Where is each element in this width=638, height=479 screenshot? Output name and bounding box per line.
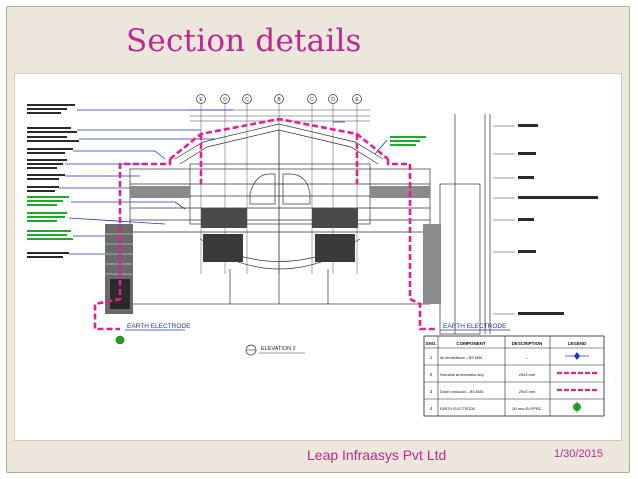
- legend-row4-description: 50 mm ELPPRC: [512, 406, 541, 411]
- grid-label-6: D: [331, 97, 335, 103]
- grid-label-5: C: [310, 97, 314, 103]
- grid-label-2: D: [223, 97, 227, 103]
- elevation-label: ELEVATION 2: [261, 346, 296, 352]
- legend-row2-component: Horizontal air termination strip: [440, 373, 484, 377]
- level-markers: [493, 124, 598, 315]
- grid-label-3: C: [245, 97, 249, 103]
- legend-row4-component: EARTH ELECTRODE: [440, 407, 476, 411]
- right-annotation: [390, 136, 426, 146]
- earth-electrode-label-right: EARTH ELECTRODE: [443, 323, 507, 330]
- earth-electrode-label-left: EARTH ELECTRODE: [127, 323, 191, 330]
- legend-header-description: DESCRIPTION: [512, 341, 543, 346]
- legend-row3-description: 25x3 mm: [519, 389, 536, 394]
- slide: Section details E D C B C D E EARTH ELEC…: [0, 0, 638, 479]
- legend-header-sno: SNO.: [425, 341, 436, 346]
- footer-date: 1/30/2015: [554, 448, 603, 460]
- section-drawing-svg: E D C B C D E EARTH ELECTRODE EARTH ELEC…: [27, 94, 605, 417]
- shaded-regions: [105, 186, 441, 314]
- elevation-tag: ELEVATION 2: [245, 344, 305, 356]
- grid-markers: E D C B C D E: [196, 94, 362, 104]
- legend-header-component: COMPONENT: [456, 341, 486, 346]
- footer-company: Leap Infraasys Pvt Ltd: [307, 447, 447, 463]
- legend-table: SNO. COMPONENT DESCRIPTION LEGEND 1 Air …: [423, 335, 605, 417]
- legend-row3-component: Down conductor – BS 6651: [440, 390, 484, 394]
- legend-row2-description: 25x3 mm: [519, 372, 536, 377]
- slide-title: Section details: [126, 23, 362, 59]
- left-annotations-green: [27, 196, 73, 240]
- legend-row1-component: Air terminations – BS 6651: [440, 356, 483, 360]
- legend-header-legend: LEGEND: [568, 341, 588, 346]
- section-drawing: E D C B C D E EARTH ELECTRODE EARTH ELEC…: [14, 73, 622, 441]
